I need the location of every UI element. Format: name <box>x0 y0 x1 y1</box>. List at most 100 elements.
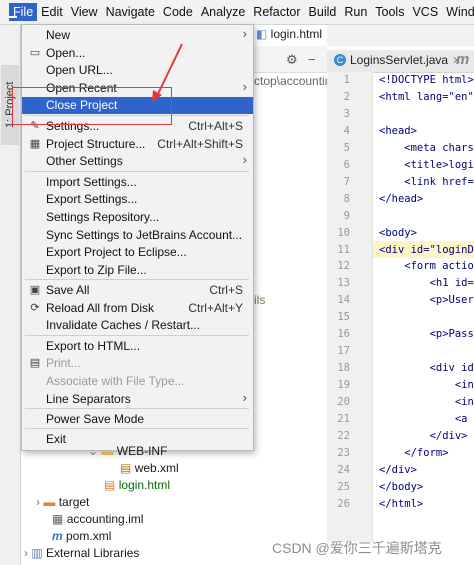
chevron-right-icon: › <box>36 495 40 509</box>
code-line: <a h <box>379 413 474 425</box>
tree-item-pom-xml[interactable]: m pom.xml <box>52 529 111 543</box>
line-number: 2 <box>343 90 350 103</box>
external-libraries-label: External Libraries <box>46 546 140 560</box>
login-html-label: login.html <box>118 478 171 492</box>
menu-item-invalidate-caches-restart[interactable]: Invalidate Caches / Restart... <box>22 317 253 334</box>
tree-item-accounting-iml[interactable]: ▦ accounting.iml <box>52 512 143 526</box>
code-line: </div> <box>379 429 468 442</box>
target-label: target <box>58 495 90 509</box>
reload-icon: ⟳ <box>30 302 40 314</box>
menu-item-label: Open URL... <box>46 63 113 77</box>
menu-item-label: Associate with File Type... <box>46 374 185 388</box>
more-tabs-icon[interactable]: m <box>456 51 469 68</box>
line-number: 8 <box>343 192 350 205</box>
menu-analyze[interactable]: Analyze <box>197 3 249 21</box>
menu-item-label: Power Save Mode <box>46 412 145 426</box>
menu-separator <box>25 408 249 409</box>
annotation-arrow <box>152 43 183 102</box>
submenu-arrow-icon: › <box>242 152 247 167</box>
menu-separator <box>25 279 249 280</box>
code-line: <body> <box>379 226 417 239</box>
menu-item-open-url[interactable]: Open URL... <box>22 62 253 79</box>
menu-bar: File Edit View Navigate Code Analyze Ref… <box>0 0 474 25</box>
tab-logins-servlet[interactable]: C LoginsServlet.java ✕ <box>334 53 461 67</box>
line-number: 25 <box>337 480 350 493</box>
menu-item-label: Save All <box>46 283 90 297</box>
code-line: </body> <box>379 480 424 493</box>
line-number: 12 <box>337 260 350 273</box>
xml-file-icon: ▤ <box>120 461 132 475</box>
tab-login-html[interactable]: ◧ login.html <box>256 27 322 41</box>
code-line: <html lang="en"> <box>379 90 474 103</box>
pom-xml-label: pom.xml <box>66 529 112 543</box>
menu-file[interactable]: File <box>9 3 38 21</box>
tab-login-label: login.html <box>270 27 323 41</box>
line-number: 19 <box>337 379 350 392</box>
code-line: <p>Passw <box>379 328 474 341</box>
menu-item-power-save-mode[interactable]: Power Save Mode <box>22 411 253 428</box>
menu-item-label: Invalidate Caches / Restart... <box>46 318 201 332</box>
menu-item-other-settings[interactable]: Other Settings › <box>22 152 253 170</box>
code-line: <title>login <box>379 158 474 171</box>
library-icon: ▥ <box>31 546 43 560</box>
menu-item-label: Export Settings... <box>46 192 138 206</box>
menu-run[interactable]: Run <box>340 3 371 21</box>
submenu-arrow-icon: › <box>242 390 247 405</box>
hide-icon[interactable]: − <box>308 52 316 67</box>
menu-refactor[interactable]: Refactor <box>249 3 304 21</box>
menu-item-line-separators[interactable]: Line Separators › <box>22 390 253 408</box>
menu-item-export-settings[interactable]: Export Settings... <box>22 191 253 208</box>
line-number: 10 <box>337 226 350 239</box>
html-file-icon: ▤ <box>104 478 116 492</box>
menu-separator <box>25 428 249 429</box>
menu-item-reload-all-from-disk[interactable]: ⟳ Reload All from Disk Ctrl+Alt+Y <box>22 300 253 317</box>
menu-item-export-project-to-eclipse[interactable]: Export Project to Eclipse... <box>22 244 253 261</box>
folder-icon: ▬ <box>101 444 114 458</box>
code-line: </div> <box>379 463 417 476</box>
menu-build[interactable]: Build <box>305 3 341 21</box>
menu-item-label: Export Project to Eclipse... <box>46 245 187 259</box>
code-line: <meta charse <box>379 141 474 154</box>
project-path: ctop\accountin <box>254 74 332 88</box>
tab-servlet-label: LoginsServlet.java <box>350 53 449 67</box>
shortcut-label: Ctrl+S <box>209 283 243 297</box>
line-number: 9 <box>343 209 350 222</box>
menu-item-export-to-zip-file[interactable]: Export to Zip File... <box>22 262 253 279</box>
menu-edit[interactable]: Edit <box>37 3 67 21</box>
gear-icon[interactable]: ⚙ <box>286 52 298 68</box>
code-line: <inpu <box>454 379 474 392</box>
code-line: <!DOCTYPE html> <box>379 74 474 86</box>
web-xml-label: web.xml <box>134 461 179 475</box>
menu-view[interactable]: View <box>67 3 102 21</box>
menu-window[interactable]: Windo <box>442 3 474 21</box>
menu-item-export-to-html[interactable]: Export to HTML... <box>22 338 253 355</box>
menu-vcs[interactable]: VCS <box>408 3 442 21</box>
tree-item-login-html[interactable]: ▤ login.html <box>104 478 170 492</box>
menu-tools[interactable]: Tools <box>371 3 408 21</box>
tree-item-external-libraries[interactable]: › ▥ External Libraries <box>24 546 139 560</box>
tree-item-web-inf[interactable]: ⌄ ▬ WEB-INF <box>88 444 167 458</box>
menu-item-label: Print... <box>46 356 81 370</box>
menu-item-settings-repository[interactable]: Settings Repository... <box>22 209 253 226</box>
menu-navigate[interactable]: Navigate <box>102 3 159 21</box>
folder-icon: ▬ <box>43 495 56 509</box>
menu-separator <box>25 171 249 172</box>
menu-item-open[interactable]: ▭ Open... <box>22 45 253 62</box>
tree-item-web-xml[interactable]: ▤ web.xml <box>120 461 179 475</box>
menu-item-label: Open... <box>46 46 86 60</box>
menu-item-sync-settings-to-jetbrains-account[interactable]: Sync Settings to JetBrains Account... <box>22 227 253 244</box>
tree-item-target[interactable]: › ▬ target <box>36 495 89 509</box>
menu-item-label: Import Settings... <box>46 175 137 189</box>
code-line: <head> <box>379 124 417 137</box>
menu-item-import-settings[interactable]: Import Settings... <box>22 174 253 191</box>
html-file-icon: ◧ <box>256 27 271 41</box>
menu-item-project-structure[interactable]: ▦ Project Structure... Ctrl+Alt+Shift+S <box>22 136 253 153</box>
shortcut-label: Ctrl+Alt+Shift+S <box>157 137 243 151</box>
editor-top-tabbar <box>327 25 474 46</box>
annotation-box <box>12 87 172 125</box>
menu-item-new[interactable]: New › <box>22 26 253 44</box>
menu-code[interactable]: Code <box>159 3 197 21</box>
menu-item-save-all[interactable]: ▣ Save All Ctrl+S <box>22 282 253 299</box>
java-class-icon: C <box>334 54 346 66</box>
menu-item-label: Reload All from Disk <box>46 301 155 315</box>
